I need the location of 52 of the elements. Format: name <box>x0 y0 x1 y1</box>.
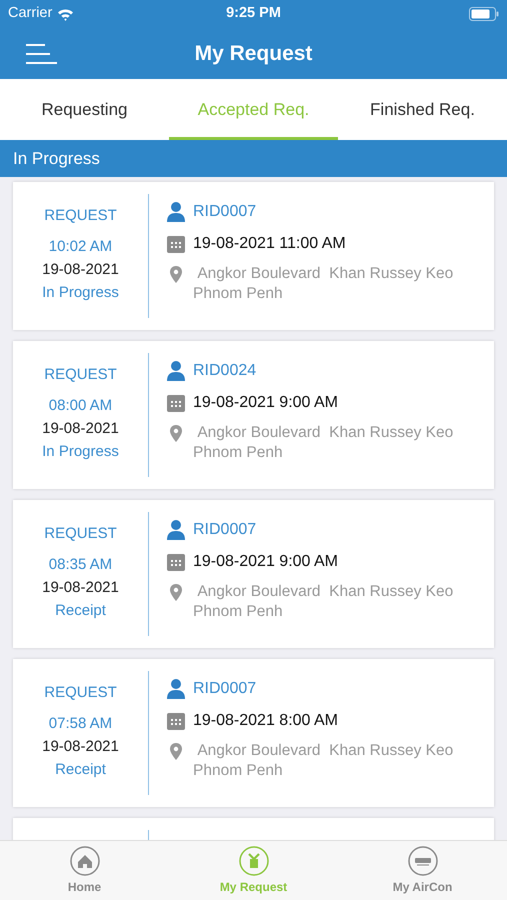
request-card[interactable]: REQUEST 07:58 AM 19-08-2021 Receipt RID0007 19-08-2021 8:00 AM Angkor Boulevard Khan Russey Keo Phnom Penh <box>13 659 494 807</box>
request-time: 10:02 AM <box>48 237 112 257</box>
tab[interactable]: Requesting <box>0 79 169 140</box>
request-label: REQUEST <box>44 683 117 703</box>
request-id: RID0007 <box>193 679 256 699</box>
section-header: In Progress <box>0 140 507 177</box>
request-label: REQUEST <box>44 206 117 226</box>
address-text: Angkor Boulevard Khan Russey Keo Phnom Penh <box>193 264 454 304</box>
clock-text: 9:25 PM <box>226 4 281 24</box>
request-time: 08:00 AM <box>48 396 112 416</box>
request-card[interactable]: REQUEST 10:02 AM 19-08-2021 In Progress RID0007 19-08-2021 11:00 AM Angkor Boulevard Khan Russey Keo Phnom Penh <box>13 182 494 330</box>
schedule-text: 19-08-2021 11:00 AM <box>193 234 346 254</box>
home-icon <box>70 846 100 876</box>
calendar-icon <box>166 234 186 254</box>
tab[interactable]: Finished Req. <box>338 79 507 140</box>
request-date: 19-08-2021 <box>42 737 119 757</box>
request-time: 08:35 AM <box>48 555 112 575</box>
request-id: RID0007 <box>193 202 256 222</box>
address-text: Angkor Boulevard Khan Russey Keo Phnom Penh <box>193 423 454 463</box>
request-status: Receipt <box>55 601 106 621</box>
person-icon <box>166 519 186 541</box>
request-time: 07:58 AM <box>48 714 112 734</box>
request-label: REQUEST <box>44 524 117 544</box>
schedule-text: 19-08-2021 9:00 AM <box>193 552 338 572</box>
request-date: 19-08-2021 <box>42 419 119 439</box>
menu-icon <box>26 44 57 64</box>
request-status: In Progress <box>42 442 119 462</box>
carrier-text: Carrier <box>8 4 52 24</box>
request-status: In Progress <box>42 283 119 303</box>
request-date: 19-08-2021 <box>42 578 119 598</box>
calendar-icon <box>166 711 186 731</box>
person-icon <box>166 360 186 382</box>
menu-button[interactable] <box>26 42 57 64</box>
wifi-icon <box>57 8 74 20</box>
address-text: Angkor Boulevard Khan Russey Keo Phnom Penh <box>193 582 454 622</box>
person-icon <box>166 678 186 700</box>
calendar-icon <box>166 552 186 572</box>
request-id: RID0024 <box>193 361 256 381</box>
request-id: RID0007 <box>193 520 256 540</box>
aircon-icon <box>408 846 438 876</box>
person-icon <box>166 201 186 223</box>
address-text: Angkor Boulevard Khan Russey Keo Phnom Penh <box>193 741 454 781</box>
calendar-icon <box>166 393 186 413</box>
request-date: 19-08-2021 <box>42 260 119 280</box>
request-label: REQUEST <box>44 365 117 385</box>
battery-icon <box>469 7 499 21</box>
page-title: My Request <box>194 40 312 67</box>
schedule-text: 19-08-2021 8:00 AM <box>193 711 338 731</box>
request-status: Receipt <box>55 760 106 780</box>
request-card[interactable]: REQUEST 08:00 AM 19-08-2021 In Progress RID0024 19-08-2021 9:00 AM Angkor Boulevard Khan Russey Keo Phnom Penh <box>13 341 494 489</box>
schedule-text: 19-08-2021 9:00 AM <box>193 393 338 413</box>
request-card[interactable]: REQUEST 08:35 AM 19-08-2021 Receipt RID0007 19-08-2021 9:00 AM Angkor Boulevard Khan Russey Keo Phnom Penh <box>13 500 494 648</box>
